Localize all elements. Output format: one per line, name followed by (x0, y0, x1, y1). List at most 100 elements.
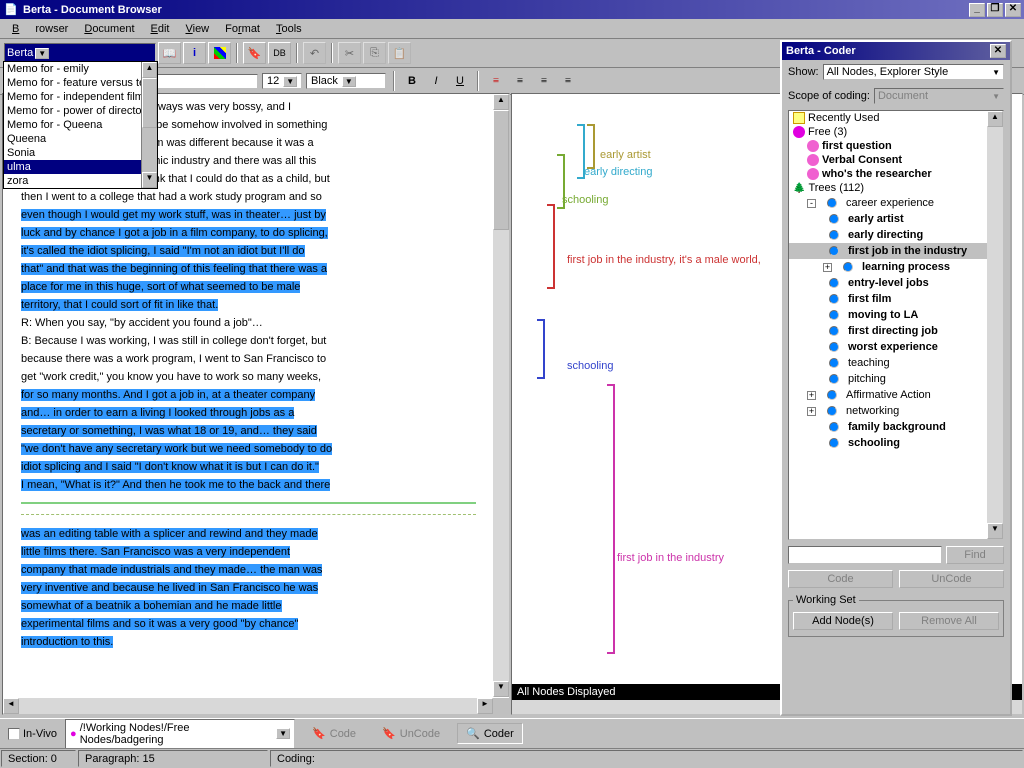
code-button[interactable]: Code (788, 570, 893, 588)
menu-format[interactable]: Format (217, 21, 268, 37)
maximize-button[interactable]: ❐ (987, 3, 1003, 17)
doclist-item[interactable]: Memo for - independent film (4, 90, 157, 104)
find-button[interactable]: Find (946, 546, 1004, 564)
tree-node[interactable]: Free (3) (789, 125, 1003, 139)
invivo-checkbox[interactable]: In-Vivo (8, 728, 57, 740)
stripe-label[interactable]: schooling (567, 360, 613, 372)
scroll-up-icon[interactable]: ▲ (493, 94, 509, 110)
tree-node[interactable]: -career experience (789, 195, 1003, 211)
remove-all-button[interactable]: Remove All (899, 612, 999, 630)
scroll-down-icon[interactable]: ▼ (493, 681, 509, 697)
db-icon[interactable]: DB (268, 42, 291, 64)
scroll-down-icon[interactable]: ▼ (987, 523, 1003, 539)
doclist-item[interactable]: Sonia (4, 146, 157, 160)
tree-node[interactable]: family background (789, 419, 1003, 435)
checkbox-icon[interactable] (8, 728, 20, 740)
doclist-item[interactable]: Memo for - feature versus te (4, 76, 157, 90)
scope-selector: Document▼ (874, 88, 1004, 104)
titlebar: 📄 Berta - Document Browser _ ❐ ✕ (0, 0, 1024, 19)
show-label: Show: (788, 66, 819, 78)
doclist-item[interactable]: zora (4, 174, 157, 188)
document-dropdown-list[interactable]: Memo for - emilyMemo for - feature versu… (3, 61, 158, 189)
tag-icon[interactable]: 🔖 (243, 42, 266, 64)
book-icon[interactable]: 📖 (158, 42, 181, 64)
align-right-button[interactable]: ≡ (534, 71, 554, 91)
tree-node[interactable]: +Affirmative Action (789, 387, 1003, 403)
undo-icon[interactable]: ↶ (303, 42, 326, 64)
doclist-item[interactable]: Memo for - Queena (4, 118, 157, 132)
menu-edit[interactable]: Edit (143, 21, 178, 37)
info-icon[interactable]: i (183, 42, 206, 64)
code-button-bottom[interactable]: 🔖Code (303, 723, 365, 744)
bold-button[interactable]: B (402, 71, 422, 91)
working-set-group: Working Set Add Node(s) Remove All (788, 594, 1004, 637)
copy-icon[interactable]: ⎘ (363, 42, 386, 64)
tree-node[interactable]: early artist (789, 211, 1003, 227)
node-path-selector[interactable]: ● /!Working Nodes!/Free Nodes/badgering … (65, 719, 295, 749)
align-left-button[interactable]: ≡ (486, 71, 506, 91)
uncode-button[interactable]: UnCode (899, 570, 1004, 588)
tree-node[interactable]: Recently Used (789, 111, 1003, 125)
scroll-thumb[interactable] (142, 78, 157, 128)
doclist-item[interactable]: Memo for - emily (4, 62, 157, 76)
tree-node[interactable]: schooling (789, 435, 1003, 451)
stripe-label[interactable]: first job in the industry, it's a male w… (567, 254, 761, 266)
tree-node[interactable]: first job in the industry (789, 243, 1003, 259)
menubar: Browser Document Edit View Format Tools (0, 19, 1024, 39)
coder-close-button[interactable]: ✕ (990, 44, 1006, 58)
size-selector[interactable]: 12▼ (262, 73, 302, 89)
tree-node[interactable]: 🌲Trees (112) (789, 181, 1003, 195)
tree-node[interactable]: worst experience (789, 339, 1003, 355)
scroll-thumb[interactable] (493, 110, 509, 230)
tree-node[interactable]: first directing job (789, 323, 1003, 339)
menu-document[interactable]: Document (76, 21, 142, 37)
uncode-button-bottom[interactable]: 🔖UnCode (373, 723, 449, 744)
tree-node[interactable]: teaching (789, 355, 1003, 371)
tree-node[interactable]: pitching (789, 371, 1003, 387)
scroll-up-icon[interactable]: ▲ (142, 62, 157, 78)
add-nodes-button[interactable]: Add Node(s) (793, 612, 893, 630)
tree-node[interactable]: who's the researcher (789, 167, 1003, 181)
tree-node[interactable]: early directing (789, 227, 1003, 243)
stripe-label[interactable]: early artist (600, 149, 651, 161)
menu-view[interactable]: View (177, 21, 217, 37)
coder-titlebar[interactable]: Berta - Coder ✕ (782, 42, 1010, 60)
tree-node[interactable]: first film (789, 291, 1003, 307)
show-selector[interactable]: All Nodes, Explorer Style▼ (823, 64, 1004, 80)
find-input[interactable] (788, 546, 942, 564)
align-justify-button[interactable]: ≡ (558, 71, 578, 91)
color-selector[interactable]: Black▼ (306, 73, 386, 89)
coder-title: Berta - Coder (786, 45, 856, 57)
doclist-item[interactable]: Queena (4, 132, 157, 146)
scroll-left-icon[interactable]: ◄ (3, 698, 19, 714)
doclist-item[interactable]: ulma (4, 160, 157, 174)
node-tree[interactable]: Recently UsedFree (3)first questionVerba… (788, 110, 1004, 540)
underline-button[interactable]: U (450, 71, 470, 91)
minimize-button[interactable]: _ (969, 3, 985, 17)
align-center-button[interactable]: ≡ (510, 71, 530, 91)
vertical-scrollbar[interactable]: ▲ ▼ (493, 94, 509, 697)
cut-icon[interactable]: ✂ (338, 42, 361, 64)
menu-browser[interactable]: Browser (4, 21, 76, 37)
horizontal-scrollbar[interactable]: ◄ ► (3, 698, 493, 714)
tree-node[interactable]: entry-level jobs (789, 275, 1003, 291)
coder-button-bottom[interactable]: 🔍Coder (457, 723, 523, 744)
tree-node[interactable]: +learning process (789, 259, 1003, 275)
tree-node[interactable]: +networking (789, 403, 1003, 419)
menu-tools[interactable]: Tools (268, 21, 310, 37)
grid-icon[interactable] (208, 42, 231, 64)
stripe-label[interactable]: schooling (562, 194, 608, 206)
paste-icon[interactable]: 📋 (388, 42, 411, 64)
doclist-item[interactable]: Memo for - power of director (4, 104, 157, 118)
close-button[interactable]: ✕ (1005, 3, 1021, 17)
scroll-right-icon[interactable]: ► (477, 698, 493, 714)
tree-node[interactable]: first question (789, 139, 1003, 153)
stripe-label[interactable]: early directing (584, 166, 652, 178)
scroll-down-icon[interactable]: ▼ (142, 172, 157, 188)
tree-node[interactable]: Verbal Consent (789, 153, 1003, 167)
tree-scrollbar[interactable]: ▲ ▼ (987, 111, 1003, 539)
italic-button[interactable]: I (426, 71, 446, 91)
scroll-up-icon[interactable]: ▲ (987, 111, 1003, 127)
tree-node[interactable]: moving to LA (789, 307, 1003, 323)
stripe-label[interactable]: first job in the industry (617, 552, 724, 564)
